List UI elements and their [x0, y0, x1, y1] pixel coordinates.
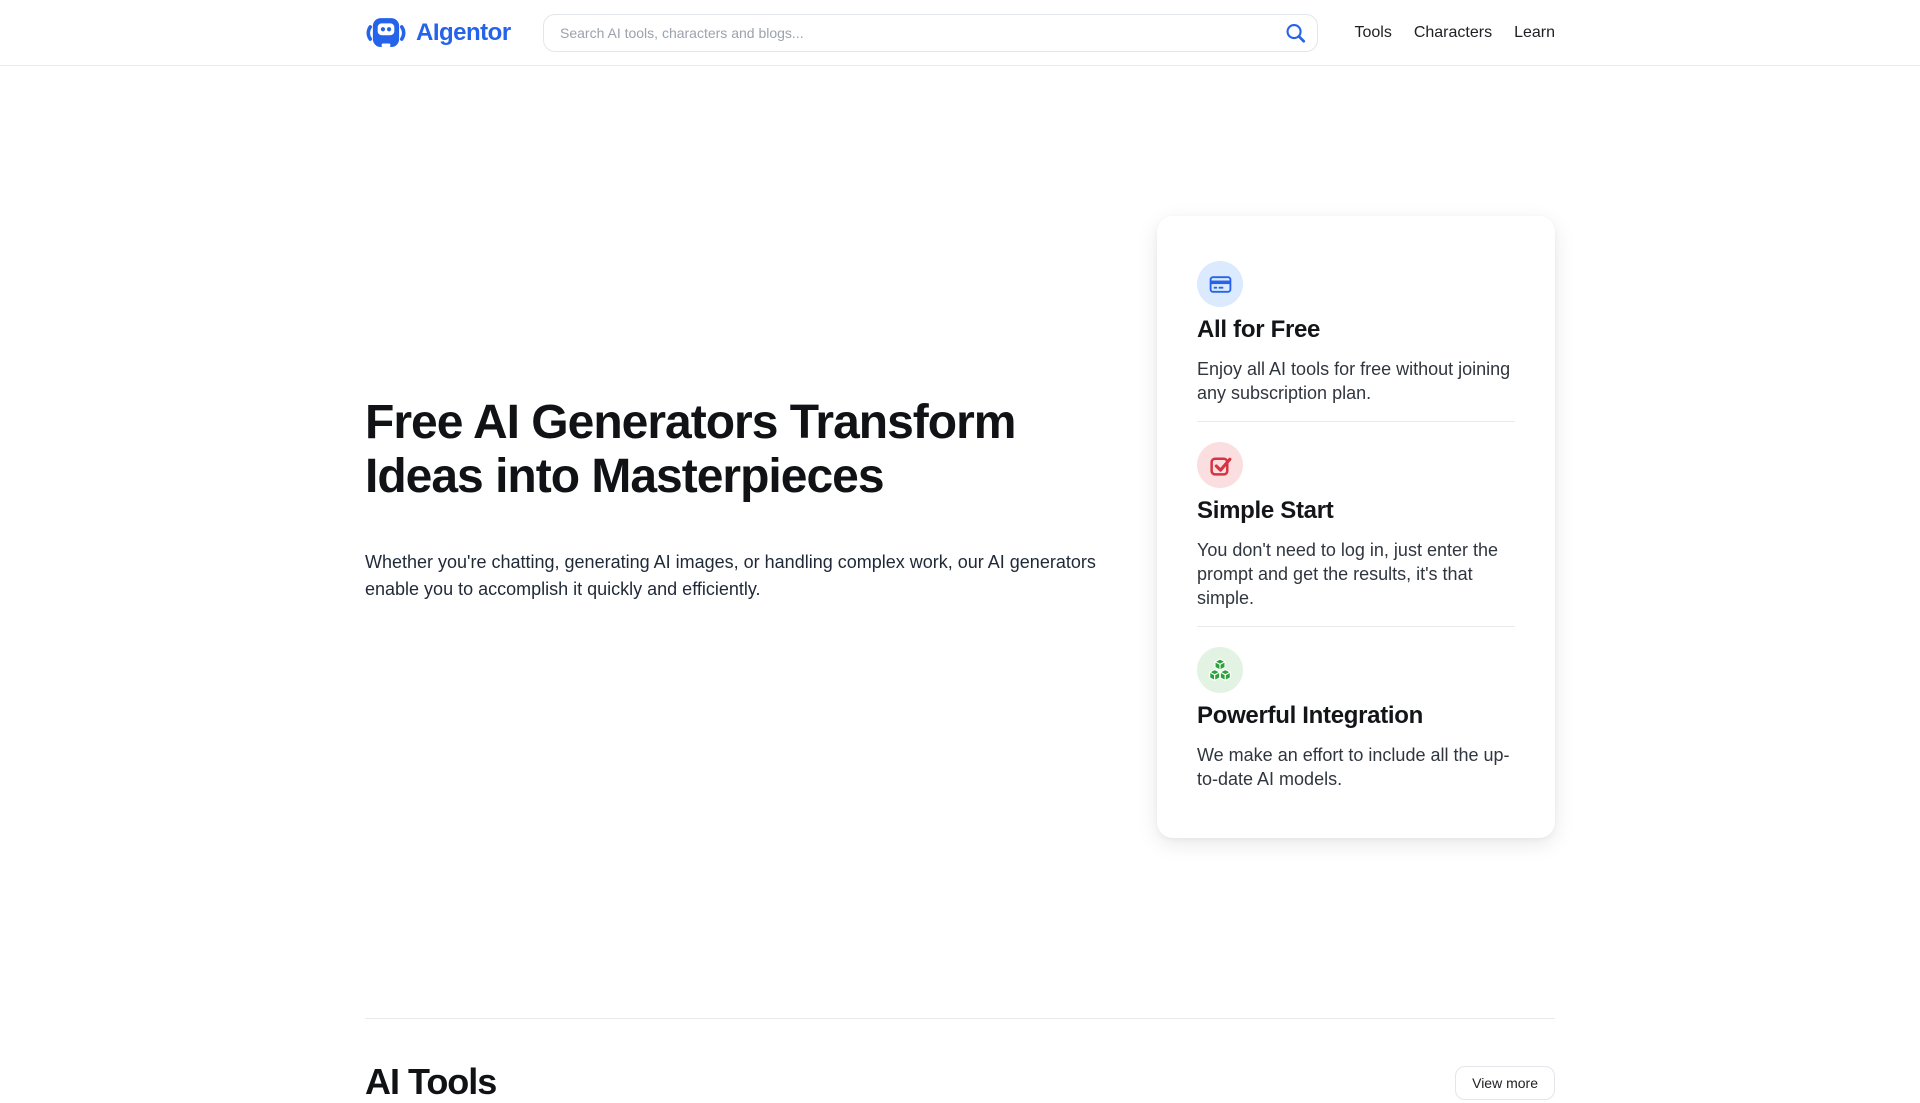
- top-navbar: AIgentor Tools Characters Learn: [0, 0, 1920, 66]
- divider: [1197, 421, 1515, 422]
- primary-nav: Tools Characters Learn: [1354, 24, 1555, 42]
- search-bar: [543, 14, 1318, 52]
- page-title: Free AI Generators Transform Ideas into …: [365, 396, 1015, 504]
- feature-title: Simple Start: [1197, 497, 1515, 525]
- divider: [1197, 626, 1515, 627]
- nav-link-tools[interactable]: Tools: [1354, 24, 1391, 42]
- feature-item-all-for-free: All for Free Enjoy all AI tools for free…: [1197, 261, 1515, 405]
- page-title-line1: Free AI Generators Transform: [365, 396, 1015, 450]
- main-content: Free AI Generators Transform Ideas into …: [365, 66, 1555, 1080]
- feature-text: You don't need to log in, just enter the…: [1197, 538, 1515, 610]
- feature-item-powerful-integration: Powerful Integration We make an effort t…: [1197, 647, 1515, 791]
- features-card: All for Free Enjoy all AI tools for free…: [1157, 216, 1555, 838]
- search-button[interactable]: [1281, 18, 1310, 47]
- check-square-icon: [1197, 442, 1243, 488]
- feature-item-simple-start: Simple Start You don't need to log in, j…: [1197, 442, 1515, 610]
- feature-text: Enjoy all AI tools for free without join…: [1197, 357, 1515, 405]
- ai-tools-section-title: AI Tools: [365, 1061, 496, 1103]
- page-title-line2: Ideas into Masterpieces: [365, 450, 1015, 504]
- search-icon: [1284, 32, 1307, 47]
- feature-title: Powerful Integration: [1197, 702, 1515, 730]
- section-divider: [365, 1018, 1555, 1019]
- nav-link-characters[interactable]: Characters: [1414, 24, 1492, 42]
- brand-logo[interactable]: AIgentor: [365, 15, 511, 51]
- credit-card-icon: [1197, 261, 1243, 307]
- cubes-icon: [1197, 647, 1243, 693]
- view-more-button[interactable]: View more: [1455, 1066, 1555, 1100]
- feature-title: All for Free: [1197, 316, 1515, 344]
- feature-text: We make an effort to include all the up-…: [1197, 743, 1515, 791]
- hero-subtitle: Whether you're chatting, generating AI i…: [365, 549, 1145, 603]
- nav-link-learn[interactable]: Learn: [1514, 24, 1555, 42]
- robot-icon: [365, 15, 407, 51]
- search-input[interactable]: [543, 14, 1318, 52]
- brand-name: AIgentor: [416, 19, 511, 47]
